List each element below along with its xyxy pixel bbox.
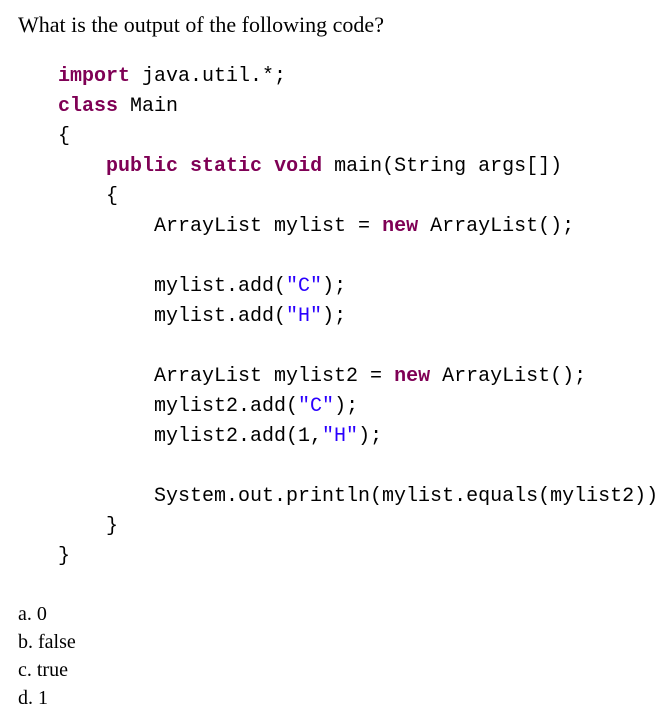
code-text: ArrayList();	[418, 215, 574, 238]
code-text: {	[58, 125, 70, 148]
code-text: }	[58, 515, 118, 538]
answer-option-b: b. false	[18, 628, 643, 656]
string-literal: "C"	[286, 275, 322, 298]
code-text: mylist.add(	[58, 305, 286, 328]
code-text: java.util.*;	[130, 65, 286, 88]
code-text: Main	[118, 95, 178, 118]
code-text: }	[58, 545, 70, 568]
keyword-import: import	[58, 65, 130, 88]
answer-options: a. 0 b. false c. true d. 1	[18, 600, 643, 712]
code-text: );	[322, 305, 346, 328]
code-text: main(String args[])	[322, 155, 562, 178]
keyword-new: new	[394, 365, 430, 388]
answer-option-a: a. 0	[18, 600, 643, 628]
answer-option-c: c. true	[18, 656, 643, 684]
code-text: ArrayList mylist2 =	[58, 365, 394, 388]
string-literal: "C"	[298, 395, 334, 418]
answer-option-d: d. 1	[18, 684, 643, 712]
keyword-new: new	[382, 215, 418, 238]
code-text: );	[358, 425, 382, 448]
keyword-class: class	[58, 95, 118, 118]
keyword-void: void	[274, 155, 322, 178]
code-text: ArrayList mylist =	[58, 215, 382, 238]
code-text: System.out.println(mylist.equals(mylist2…	[58, 485, 661, 508]
code-text: mylist.add(	[58, 275, 286, 298]
string-literal: "H"	[322, 425, 358, 448]
string-literal: "H"	[286, 305, 322, 328]
code-block: import java.util.*; class Main { public …	[58, 62, 643, 572]
keyword-static: static	[190, 155, 262, 178]
code-text: );	[322, 275, 346, 298]
code-text: mylist2.add(	[58, 395, 298, 418]
code-text: );	[334, 395, 358, 418]
code-text: mylist2.add(1,	[58, 425, 322, 448]
code-text: ArrayList();	[430, 365, 586, 388]
question-text: What is the output of the following code…	[18, 12, 643, 38]
keyword-public: public	[106, 155, 178, 178]
code-text: {	[58, 185, 118, 208]
